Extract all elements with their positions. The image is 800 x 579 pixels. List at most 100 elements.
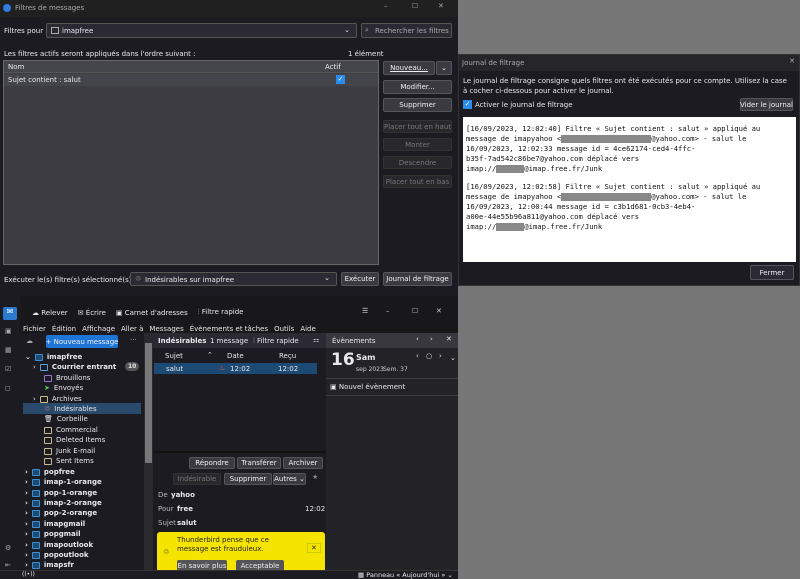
display-options-icon[interactable]: ⚏ (313, 336, 319, 344)
close-icon[interactable]: ✕ (789, 57, 795, 65)
next-icon[interactable]: › (430, 335, 433, 343)
maximize-icon[interactable]: ☐ (412, 2, 418, 10)
today-icon[interactable]: ○ (426, 352, 432, 360)
chevron-down-icon[interactable]: ⌄ (450, 354, 456, 362)
today-pane-toggle[interactable]: ▦ Panneau « Aujourd'hui » ⌄ (358, 571, 453, 579)
account-item[interactable]: › popoutlook (25, 550, 89, 560)
close-icon[interactable]: ✕ (438, 2, 444, 10)
folder-junk[interactable]: ♲ Indésirables (44, 404, 97, 414)
write-button[interactable]: ✉ Écrire (78, 309, 106, 317)
account-item[interactable]: › imapsfr (25, 560, 74, 570)
calendar-space-icon[interactable]: ▦ (5, 346, 12, 354)
enable-log-label[interactable]: Activer le journal de filtrage (475, 101, 573, 109)
account-item[interactable]: › pop-2-orange (25, 508, 97, 518)
account-select[interactable]: imapfree ⌄ (46, 23, 357, 38)
minimize-icon[interactable]: – (384, 2, 388, 10)
folder-commercial[interactable]: Commercial (44, 425, 98, 435)
folder-trash[interactable]: 🗑 Corbeille (44, 414, 88, 424)
message-row[interactable]: salut ♨ 12:02 12:02 (154, 363, 317, 374)
online-status-icon[interactable]: ((•)) (22, 571, 35, 578)
account-item[interactable]: › imapoutlook (25, 540, 93, 550)
other-actions-button[interactable]: Autres ⌄ (273, 473, 306, 485)
folder-pane-scrollbar[interactable] (144, 333, 153, 570)
delete-filter-button[interactable]: Supprimer (383, 98, 452, 112)
minimize-icon[interactable]: – (386, 307, 390, 315)
enable-log-checkbox[interactable]: ✓ (463, 100, 472, 109)
prev-icon[interactable]: ‹ (416, 335, 419, 343)
menu-go[interactable]: Aller à (121, 325, 143, 333)
filter-search-input[interactable]: ⌕ Rechercher les filtres par (361, 23, 452, 38)
move-up-button[interactable]: Monter (383, 138, 452, 151)
quick-filter-button[interactable]: ⫶ Filtre rapide (198, 308, 244, 317)
chat-space-icon[interactable]: ◻ (5, 384, 11, 392)
account-item[interactable]: › imap-2-orange (25, 498, 102, 508)
quick-filter-toggle[interactable]: ⫶ Filtre rapide (253, 337, 299, 346)
forward-button[interactable]: Transférer (237, 457, 281, 469)
col-subject[interactable]: Sujet (165, 352, 183, 360)
account-item[interactable]: › popfree (25, 467, 75, 477)
address-book-space-icon[interactable]: ▣ (5, 327, 12, 335)
reply-button[interactable]: Répondre (189, 457, 235, 469)
get-messages-button[interactable]: ☁ Relever (32, 309, 68, 317)
folder-inbox[interactable]: › Courrier entrant (33, 362, 116, 372)
next-day-icon[interactable]: › (439, 352, 442, 360)
close-icon[interactable]: ✕ (446, 335, 452, 343)
account-item[interactable]: › popgmail (25, 529, 81, 539)
new-filter-menu-button[interactable]: ⌄ (436, 61, 452, 75)
folder-junk-email[interactable]: Junk E-mail (44, 446, 95, 456)
close-icon[interactable]: ✕ (436, 307, 442, 315)
get-messages-icon[interactable]: ☁ (26, 337, 33, 345)
close-button[interactable]: Fermer (750, 265, 794, 280)
filter-list[interactable]: Nom Actif Sujet contient : salut ✓ (3, 60, 379, 265)
filter-log-button[interactable]: Journal de filtrage (383, 272, 452, 286)
menu-edit[interactable]: Édition (52, 325, 76, 333)
col-date[interactable]: Date (227, 352, 244, 360)
app-menu-icon[interactable]: ☰ (362, 307, 368, 315)
menu-events[interactable]: Évènements et tâches (190, 325, 268, 333)
menu-help[interactable]: Aide (300, 325, 315, 333)
collapse-spaces-icon[interactable]: ⇤ (5, 561, 11, 569)
close-notification-icon[interactable]: ✕ (307, 543, 321, 553)
active-checkbox[interactable]: ✓ (336, 75, 345, 84)
move-top-button[interactable]: Placer tout en haut (383, 120, 452, 133)
from-value[interactable]: yahoo (171, 491, 195, 499)
col-name[interactable]: Nom (8, 63, 24, 71)
prev-day-icon[interactable]: ‹ (416, 352, 419, 360)
new-filter-button[interactable]: Nouveau... (383, 61, 435, 75)
menu-view[interactable]: Affichage (82, 325, 115, 333)
folder-drafts[interactable]: Brouillons (44, 373, 90, 383)
archive-button[interactable]: Archiver (283, 457, 323, 469)
address-book-button[interactable]: ▣ Carnet d'adresses (116, 309, 188, 317)
menu-tools[interactable]: Outils (274, 325, 294, 333)
account-item[interactable]: › imap-1-orange (25, 477, 102, 487)
move-down-button[interactable]: Descendre (383, 156, 452, 169)
maximize-icon[interactable]: ☐ (412, 307, 418, 315)
account-imapfree[interactable]: ⌄ imapfree (25, 352, 82, 362)
new-event-button[interactable]: ▣ Nouvel évènement (330, 383, 405, 391)
folder-sent[interactable]: ➤ Envoyés (44, 383, 83, 393)
run-button[interactable]: Exécuter (341, 272, 379, 286)
run-on-folder-select[interactable]: ♲ Indésirables sur imapfree ⌄ (130, 272, 337, 286)
account-item[interactable]: › pop-1-orange (25, 488, 97, 498)
folder-deleted-items[interactable]: Deleted Items (44, 435, 105, 445)
star-icon[interactable]: ★ (312, 473, 318, 481)
new-message-button[interactable]: + Nouveau message (46, 335, 118, 348)
filter-row[interactable]: Sujet contient : salut ✓ (4, 74, 378, 86)
folder-sent-items[interactable]: Sent Items (44, 456, 94, 466)
account-item[interactable]: › imapgmail (25, 519, 85, 529)
edit-filter-button[interactable]: Modifier... (383, 80, 452, 94)
settings-gear-icon[interactable]: ⚙ (5, 544, 11, 552)
col-active[interactable]: Actif (325, 63, 341, 71)
col-received[interactable]: Reçu (279, 352, 296, 360)
mail-space-icon[interactable]: ✉ (3, 307, 17, 320)
log-content[interactable]: [16/09/2023, 12:02:40] Filtre « Sujet co… (463, 117, 796, 262)
menu-message[interactable]: Messages (149, 325, 183, 333)
tasks-space-icon[interactable]: ☑ (5, 365, 11, 373)
move-bottom-button[interactable]: Placer tout en bas (383, 175, 452, 188)
clear-log-button[interactable]: Vider le journal (740, 98, 793, 111)
pane-splitter[interactable] (153, 451, 326, 453)
more-options-icon[interactable]: ··· (130, 336, 137, 344)
menu-file[interactable]: Fichier (23, 325, 46, 333)
to-value[interactable]: free (177, 505, 193, 513)
junk-button[interactable]: Indésirable (173, 473, 221, 485)
